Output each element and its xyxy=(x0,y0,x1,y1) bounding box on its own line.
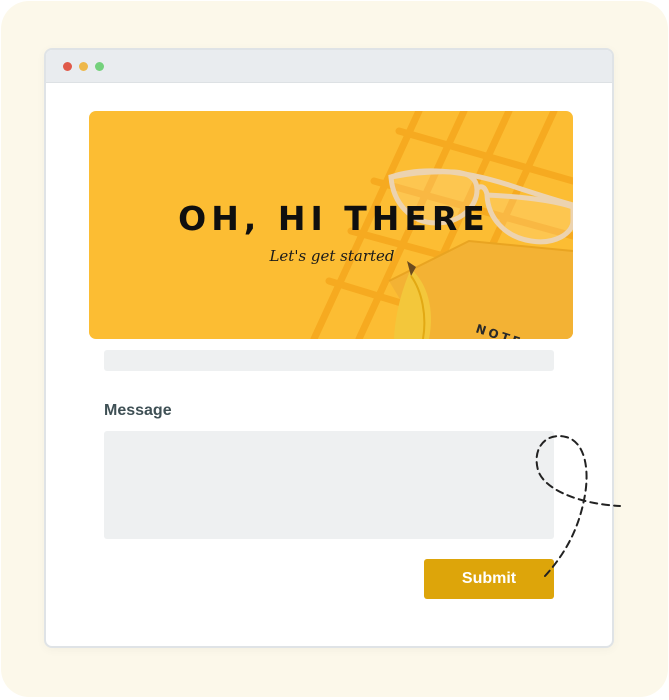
close-dot[interactable] xyxy=(63,62,72,71)
dashed-loop-decoration xyxy=(535,435,621,577)
previous-field-input[interactable] xyxy=(104,350,554,371)
hero-banner: NOTE OH, HI THERE Let's get started xyxy=(89,111,573,339)
browser-titlebar xyxy=(46,50,612,83)
hero-subtitle: Let's get started xyxy=(269,247,395,265)
maximize-dot[interactable] xyxy=(95,62,104,71)
message-textarea[interactable] xyxy=(104,431,554,539)
message-label: Message xyxy=(104,402,172,419)
hero-title: OH, HI THERE xyxy=(178,199,490,238)
minimize-dot[interactable] xyxy=(79,62,88,71)
